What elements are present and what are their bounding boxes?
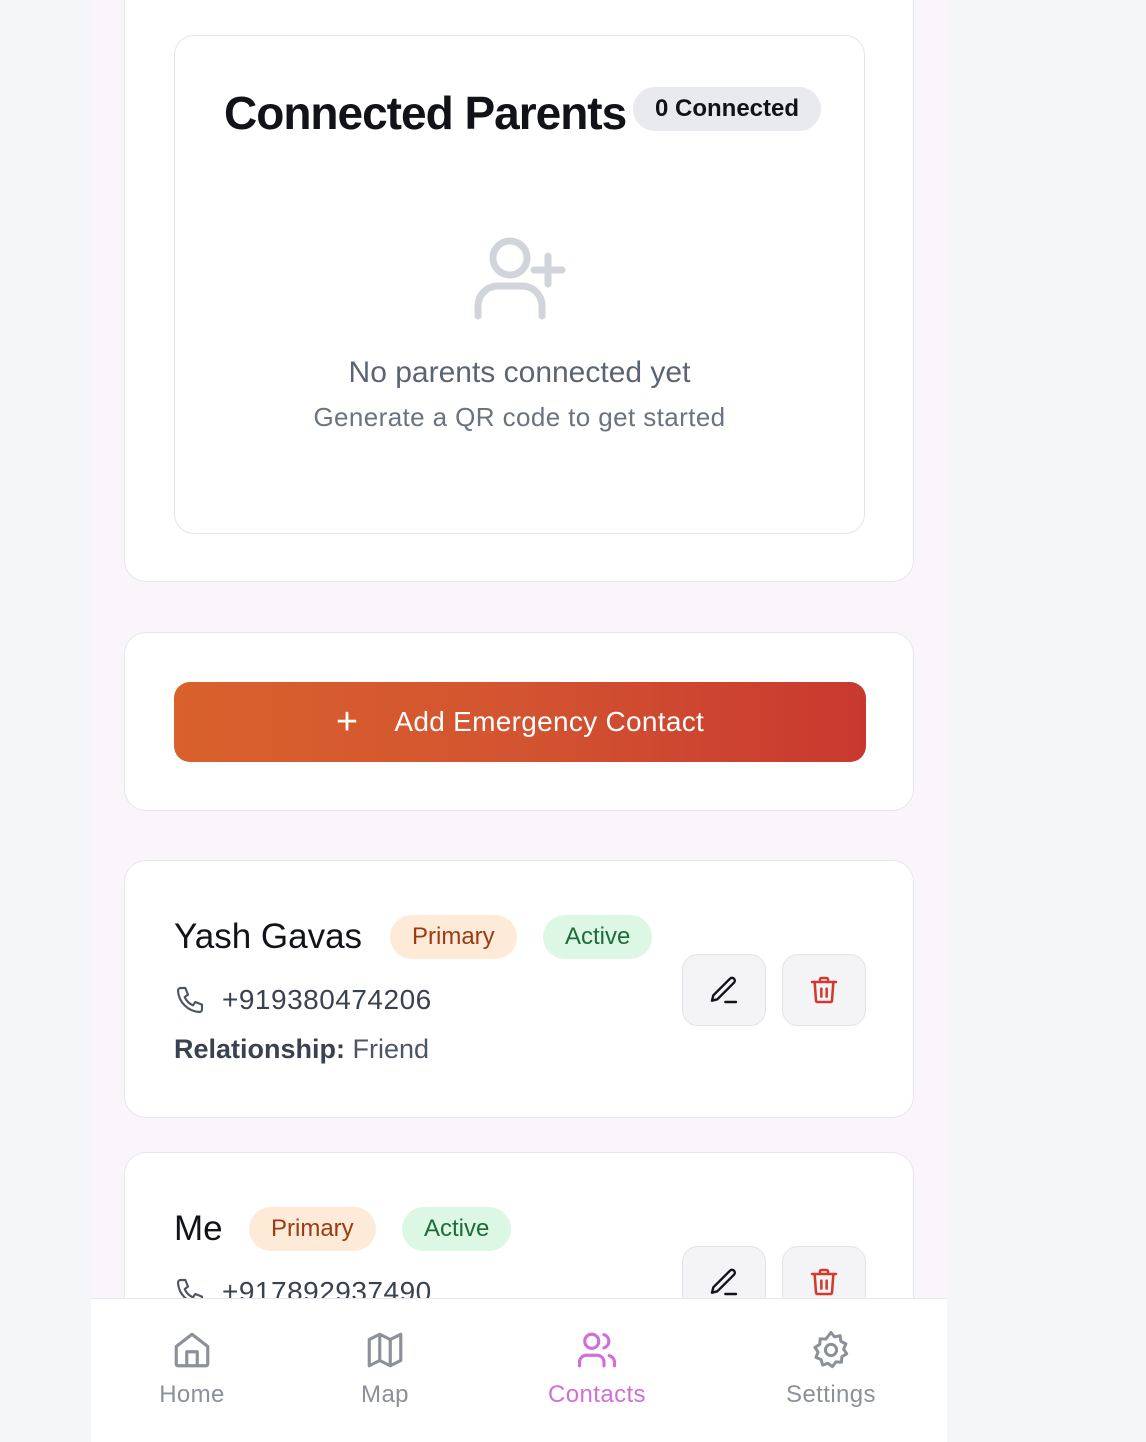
contact-name: Me <box>174 1209 223 1248</box>
edit-contact-button[interactable] <box>682 954 766 1026</box>
active-badge: Active <box>402 1207 512 1251</box>
relationship-label: Relationship: <box>174 1034 346 1064</box>
app-screen: Connected Parents 0 Connected No parents… <box>91 0 947 1442</box>
contacts-icon <box>577 1332 617 1368</box>
contact-phone: +919380474206 <box>222 984 432 1015</box>
nav-label: Settings <box>786 1381 876 1408</box>
contact-relationship: Relationship: Friend <box>174 1034 429 1065</box>
phone-icon <box>176 986 204 1014</box>
bottom-navigation: Home Map Contacts Settings <box>91 1298 947 1442</box>
delete-contact-button[interactable] <box>782 954 866 1026</box>
user-plus-icon <box>474 237 566 320</box>
gear-icon <box>813 1331 849 1369</box>
contact-phone-row: +919380474206 <box>174 984 432 1016</box>
nav-item-map[interactable]: Map <box>305 1329 465 1409</box>
nav-item-home[interactable]: Home <box>112 1329 272 1409</box>
nav-item-contacts[interactable]: Contacts <box>517 1329 677 1409</box>
trash-icon <box>810 976 838 1004</box>
nav-label: Contacts <box>548 1381 646 1408</box>
contact-card: Yash Gavas Primary Active +919380474206 … <box>124 860 914 1118</box>
section-title: Connected Parents <box>224 87 627 139</box>
primary-badge: Primary <box>249 1207 376 1251</box>
nav-item-settings[interactable]: Settings <box>751 1329 911 1409</box>
primary-badge: Primary <box>390 915 517 959</box>
contact-name: Yash Gavas <box>174 917 363 956</box>
empty-state-title: No parents connected yet <box>348 356 691 389</box>
trash-icon <box>810 1268 838 1296</box>
add-emergency-contact-button[interactable]: + Add Emergency Contact <box>174 682 866 762</box>
add-emergency-contact-label: Add Emergency Contact <box>394 706 705 737</box>
relationship-value: Friend <box>352 1034 430 1064</box>
connected-count-badge: 0 Connected <box>633 87 822 131</box>
add-contact-card: + Add Emergency Contact <box>124 632 914 811</box>
parents-section-card: Connected Parents 0 Connected No parents… <box>124 0 914 582</box>
connected-parents-panel: Connected Parents 0 Connected No parents… <box>174 35 865 534</box>
map-icon <box>367 1332 403 1368</box>
active-badge: Active <box>543 915 653 959</box>
nav-label: Map <box>361 1381 409 1408</box>
nav-label: Home <box>159 1381 225 1408</box>
home-icon <box>174 1332 210 1368</box>
pencil-icon <box>710 976 738 1004</box>
empty-state-subtitle: Generate a QR code to get started <box>313 402 726 432</box>
pencil-icon <box>710 1268 738 1296</box>
plus-icon: + <box>335 701 359 743</box>
